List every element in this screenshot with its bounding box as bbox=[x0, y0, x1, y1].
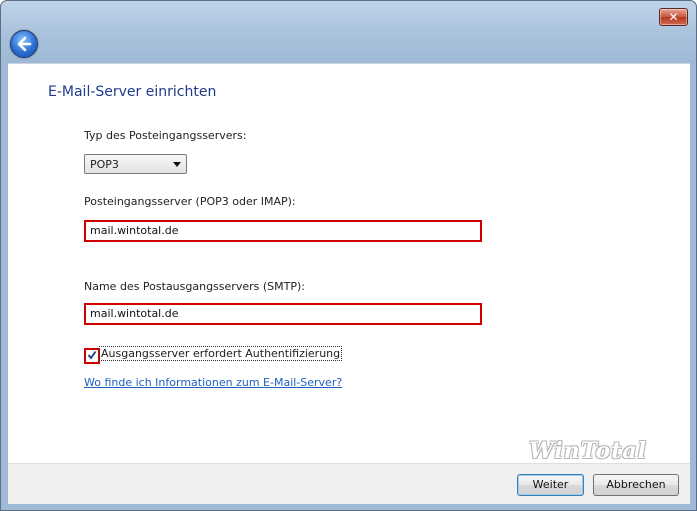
incoming-server-label: Posteingangsserver (POP3 oder IMAP): bbox=[84, 195, 296, 208]
incoming-type-value: POP3 bbox=[90, 158, 119, 171]
auth-checkbox-label[interactable]: Ausgangsserver erfordert Authentifizieru… bbox=[99, 346, 343, 361]
help-link[interactable]: Wo finde ich Informationen zum E-Mail-Se… bbox=[84, 376, 342, 389]
page-title: E-Mail-Server einrichten bbox=[48, 84, 217, 100]
checkmark-icon bbox=[87, 350, 97, 360]
outgoing-server-label: Name des Postausgangsservers (SMTP): bbox=[84, 280, 305, 293]
incoming-type-label: Typ des Posteingangsservers: bbox=[84, 129, 247, 142]
back-button[interactable] bbox=[10, 30, 38, 58]
chevron-down-icon bbox=[173, 162, 181, 167]
outgoing-server-input[interactable]: mail.wintotal.de bbox=[84, 303, 482, 325]
footer-bar: Weiter Abbrechen bbox=[8, 463, 690, 504]
cancel-button[interactable]: Abbrechen bbox=[593, 474, 679, 496]
next-button[interactable]: Weiter bbox=[517, 474, 584, 496]
wizard-window: ✕ E-Mail-Server einrichten Typ des Poste… bbox=[0, 0, 697, 511]
content-panel: E-Mail-Server einrichten Typ des Postein… bbox=[8, 63, 690, 464]
back-arrow-icon bbox=[17, 36, 32, 52]
close-button[interactable]: ✕ bbox=[659, 8, 688, 26]
watermark-logo: WinTotal bbox=[529, 438, 647, 464]
auth-checkbox[interactable] bbox=[84, 348, 100, 364]
incoming-server-input[interactable]: mail.wintotal.de bbox=[84, 220, 482, 242]
incoming-type-select[interactable]: POP3 bbox=[84, 154, 187, 174]
